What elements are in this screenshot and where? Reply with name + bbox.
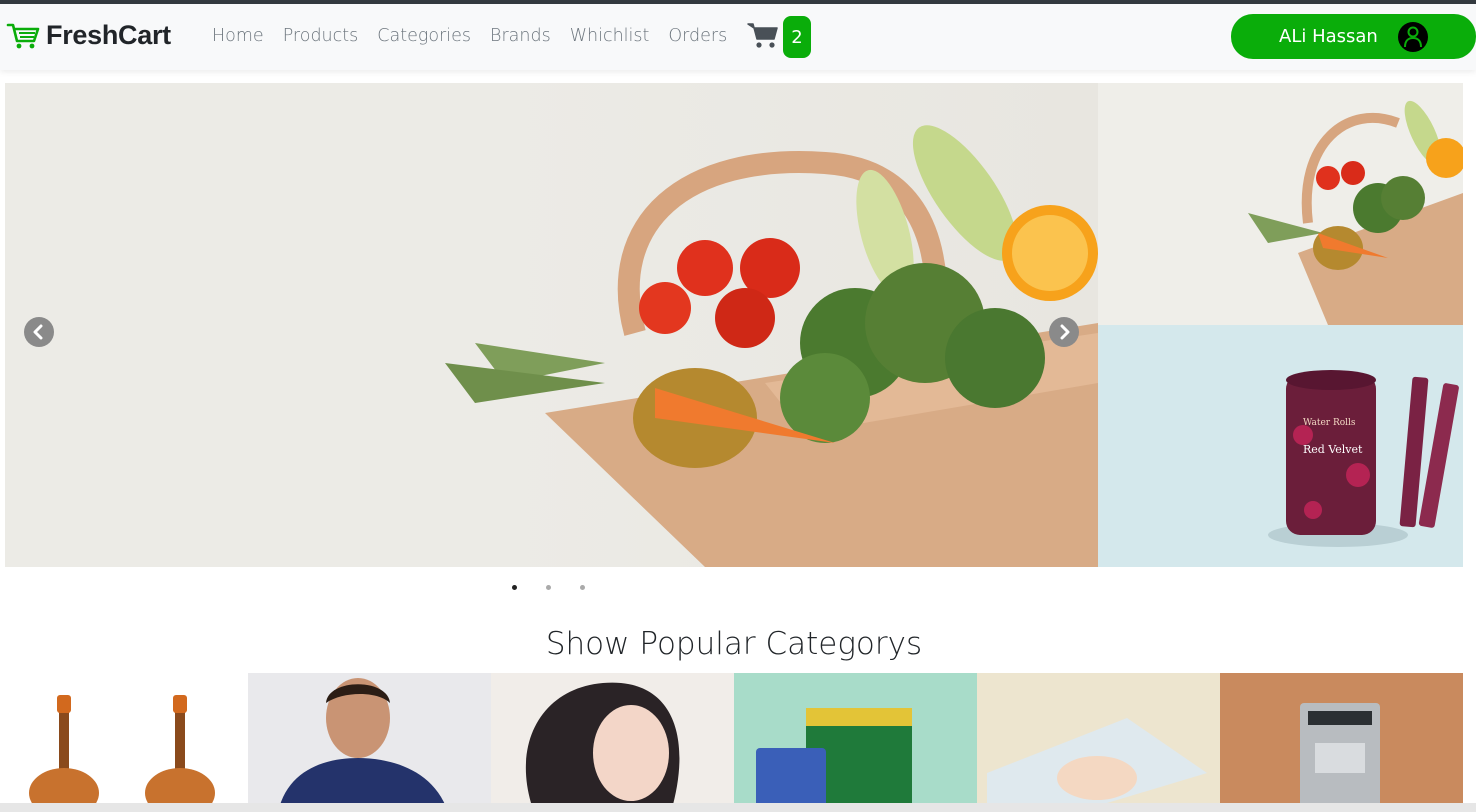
product-flavor-text: Red Velvet [1303, 443, 1363, 456]
chevron-right-icon [1060, 324, 1070, 340]
slider-dot-2[interactable] [546, 585, 551, 590]
slider-dots [512, 585, 585, 590]
nav-link-brands[interactable]: Brands [490, 26, 551, 46]
category-card-music[interactable] [5, 673, 248, 812]
brand-name: FreshCart [46, 20, 171, 50]
category-card-women-fashion[interactable] [491, 673, 734, 812]
brand[interactable]: FreshCart [6, 20, 171, 51]
nav-link-home[interactable]: Home [212, 26, 264, 46]
user-name: ALi Hassan [1279, 26, 1378, 47]
side-banner-bottom: Water Rolls Red Velvet [1098, 325, 1463, 567]
product-brand-text: Water Rolls [1303, 418, 1356, 428]
user-menu-button[interactable]: ALi Hassan [1231, 14, 1476, 59]
slider-next-button[interactable] [1049, 317, 1079, 347]
category-card-home[interactable] [1220, 673, 1463, 812]
cart-button[interactable]: 2 [747, 16, 811, 58]
category-card-baby-toys[interactable] [977, 673, 1220, 812]
chevron-left-icon [33, 324, 43, 340]
category-card-supermarket[interactable] [734, 673, 977, 812]
navbar: FreshCart Home Products Categories Brand… [0, 4, 1476, 70]
nav-link-wishlist[interactable]: Whichlist [570, 26, 650, 46]
slider-dot-1[interactable] [512, 585, 517, 590]
horizontal-scrollbar[interactable] [0, 803, 1476, 812]
cart-logo-icon [6, 21, 40, 51]
side-banner-top [1098, 83, 1463, 325]
main-slide-image [5, 83, 1098, 567]
nav-link-products[interactable]: Products [283, 26, 359, 46]
nav-link-categories[interactable]: Categories [377, 26, 471, 46]
main-nav: Home Products Categories Brands Whichlis… [212, 26, 746, 46]
categories-section-title: Show Popular Categorys [545, 626, 923, 662]
hero-slider: Water Rolls Red Velvet [5, 83, 1463, 567]
slider-dot-3[interactable] [580, 585, 585, 590]
nav-link-orders[interactable]: Orders [668, 26, 727, 46]
user-icon [1398, 22, 1428, 52]
category-card-men-fashion[interactable] [248, 673, 491, 812]
shopping-cart-icon [747, 21, 779, 53]
slider-prev-button[interactable] [24, 317, 54, 347]
cart-count-badge: 2 [783, 16, 811, 58]
categories-slider [5, 673, 1463, 812]
